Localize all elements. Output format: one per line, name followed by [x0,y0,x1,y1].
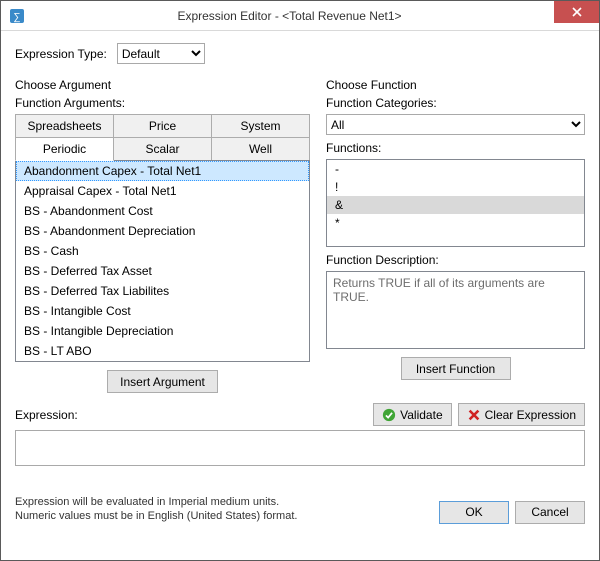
clear-expression-button[interactable]: Clear Expression [458,403,585,426]
app-icon: ∑ [9,8,25,24]
footer-note-units: Expression will be evaluated in Imperial… [15,495,439,509]
function-arguments-label: Function Arguments: [15,96,310,110]
function-description-label: Function Description: [326,253,585,267]
insert-function-button[interactable]: Insert Function [401,357,511,380]
expression-input[interactable] [15,430,585,466]
tab-system[interactable]: System [212,114,310,138]
list-item[interactable]: BS - Deferred Tax Liabilites [16,281,309,301]
list-item[interactable]: Appraisal Capex - Total Net1 [16,181,309,201]
list-item[interactable]: BS - LT ABO [16,341,309,361]
list-item[interactable]: BS - Deferred Tax Asset [16,261,309,281]
cancel-button[interactable]: Cancel [515,501,585,524]
function-category-select[interactable]: All [326,114,585,135]
list-item[interactable]: Abandonment Capex - Total Net1 [16,161,309,181]
list-item[interactable]: BS - Intangible Cost [16,301,309,321]
validate-button[interactable]: Validate [373,403,451,426]
x-icon [467,408,481,422]
list-item[interactable]: BS - Intangible Depreciation [16,321,309,341]
functions-listbox[interactable]: - ! & * [326,159,585,247]
functions-label: Functions: [326,141,585,155]
choose-function-label: Choose Function [326,78,585,92]
close-icon [572,7,582,17]
function-description-text: Returns TRUE if all of its arguments are… [333,276,545,304]
footer-note-format: Numeric values must be in English (Unite… [15,509,439,523]
tab-well[interactable]: Well [212,138,310,161]
tab-price[interactable]: Price [114,114,212,138]
list-item[interactable]: BS - Abandonment Depreciation [16,221,309,241]
check-icon [382,408,396,422]
ok-button[interactable]: OK [439,501,509,524]
tabs-row-2: Periodic Scalar Well [15,138,310,161]
expression-label: Expression: [15,408,367,422]
window-title: Expression Editor - <Total Revenue Net1> [25,9,599,23]
list-item[interactable]: & [327,196,584,214]
expression-type-select[interactable]: Default [117,43,205,64]
insert-argument-button[interactable]: Insert Argument [107,370,218,393]
function-categories-label: Function Categories: [326,96,585,110]
list-item[interactable]: BS - Abandonment Cost [16,201,309,221]
tab-scalar[interactable]: Scalar [114,138,212,161]
list-item[interactable]: ! [327,178,584,196]
list-item[interactable]: BS - Cash [16,241,309,261]
tab-spreadsheets[interactable]: Spreadsheets [15,114,114,138]
tabs-row-1: Spreadsheets Price System [15,114,310,138]
argument-listbox[interactable]: Abandonment Capex - Total Net1 Appraisal… [15,160,310,362]
choose-argument-label: Choose Argument [15,78,310,92]
function-description-box: Returns TRUE if all of its arguments are… [326,271,585,349]
list-item[interactable]: - [327,160,584,178]
expression-type-label: Expression Type: [15,47,107,61]
svg-text:∑: ∑ [13,12,20,23]
close-button[interactable] [554,1,599,23]
list-item[interactable]: * [327,214,584,232]
tab-periodic[interactable]: Periodic [15,138,114,161]
title-bar: ∑ Expression Editor - <Total Revenue Net… [1,1,599,31]
